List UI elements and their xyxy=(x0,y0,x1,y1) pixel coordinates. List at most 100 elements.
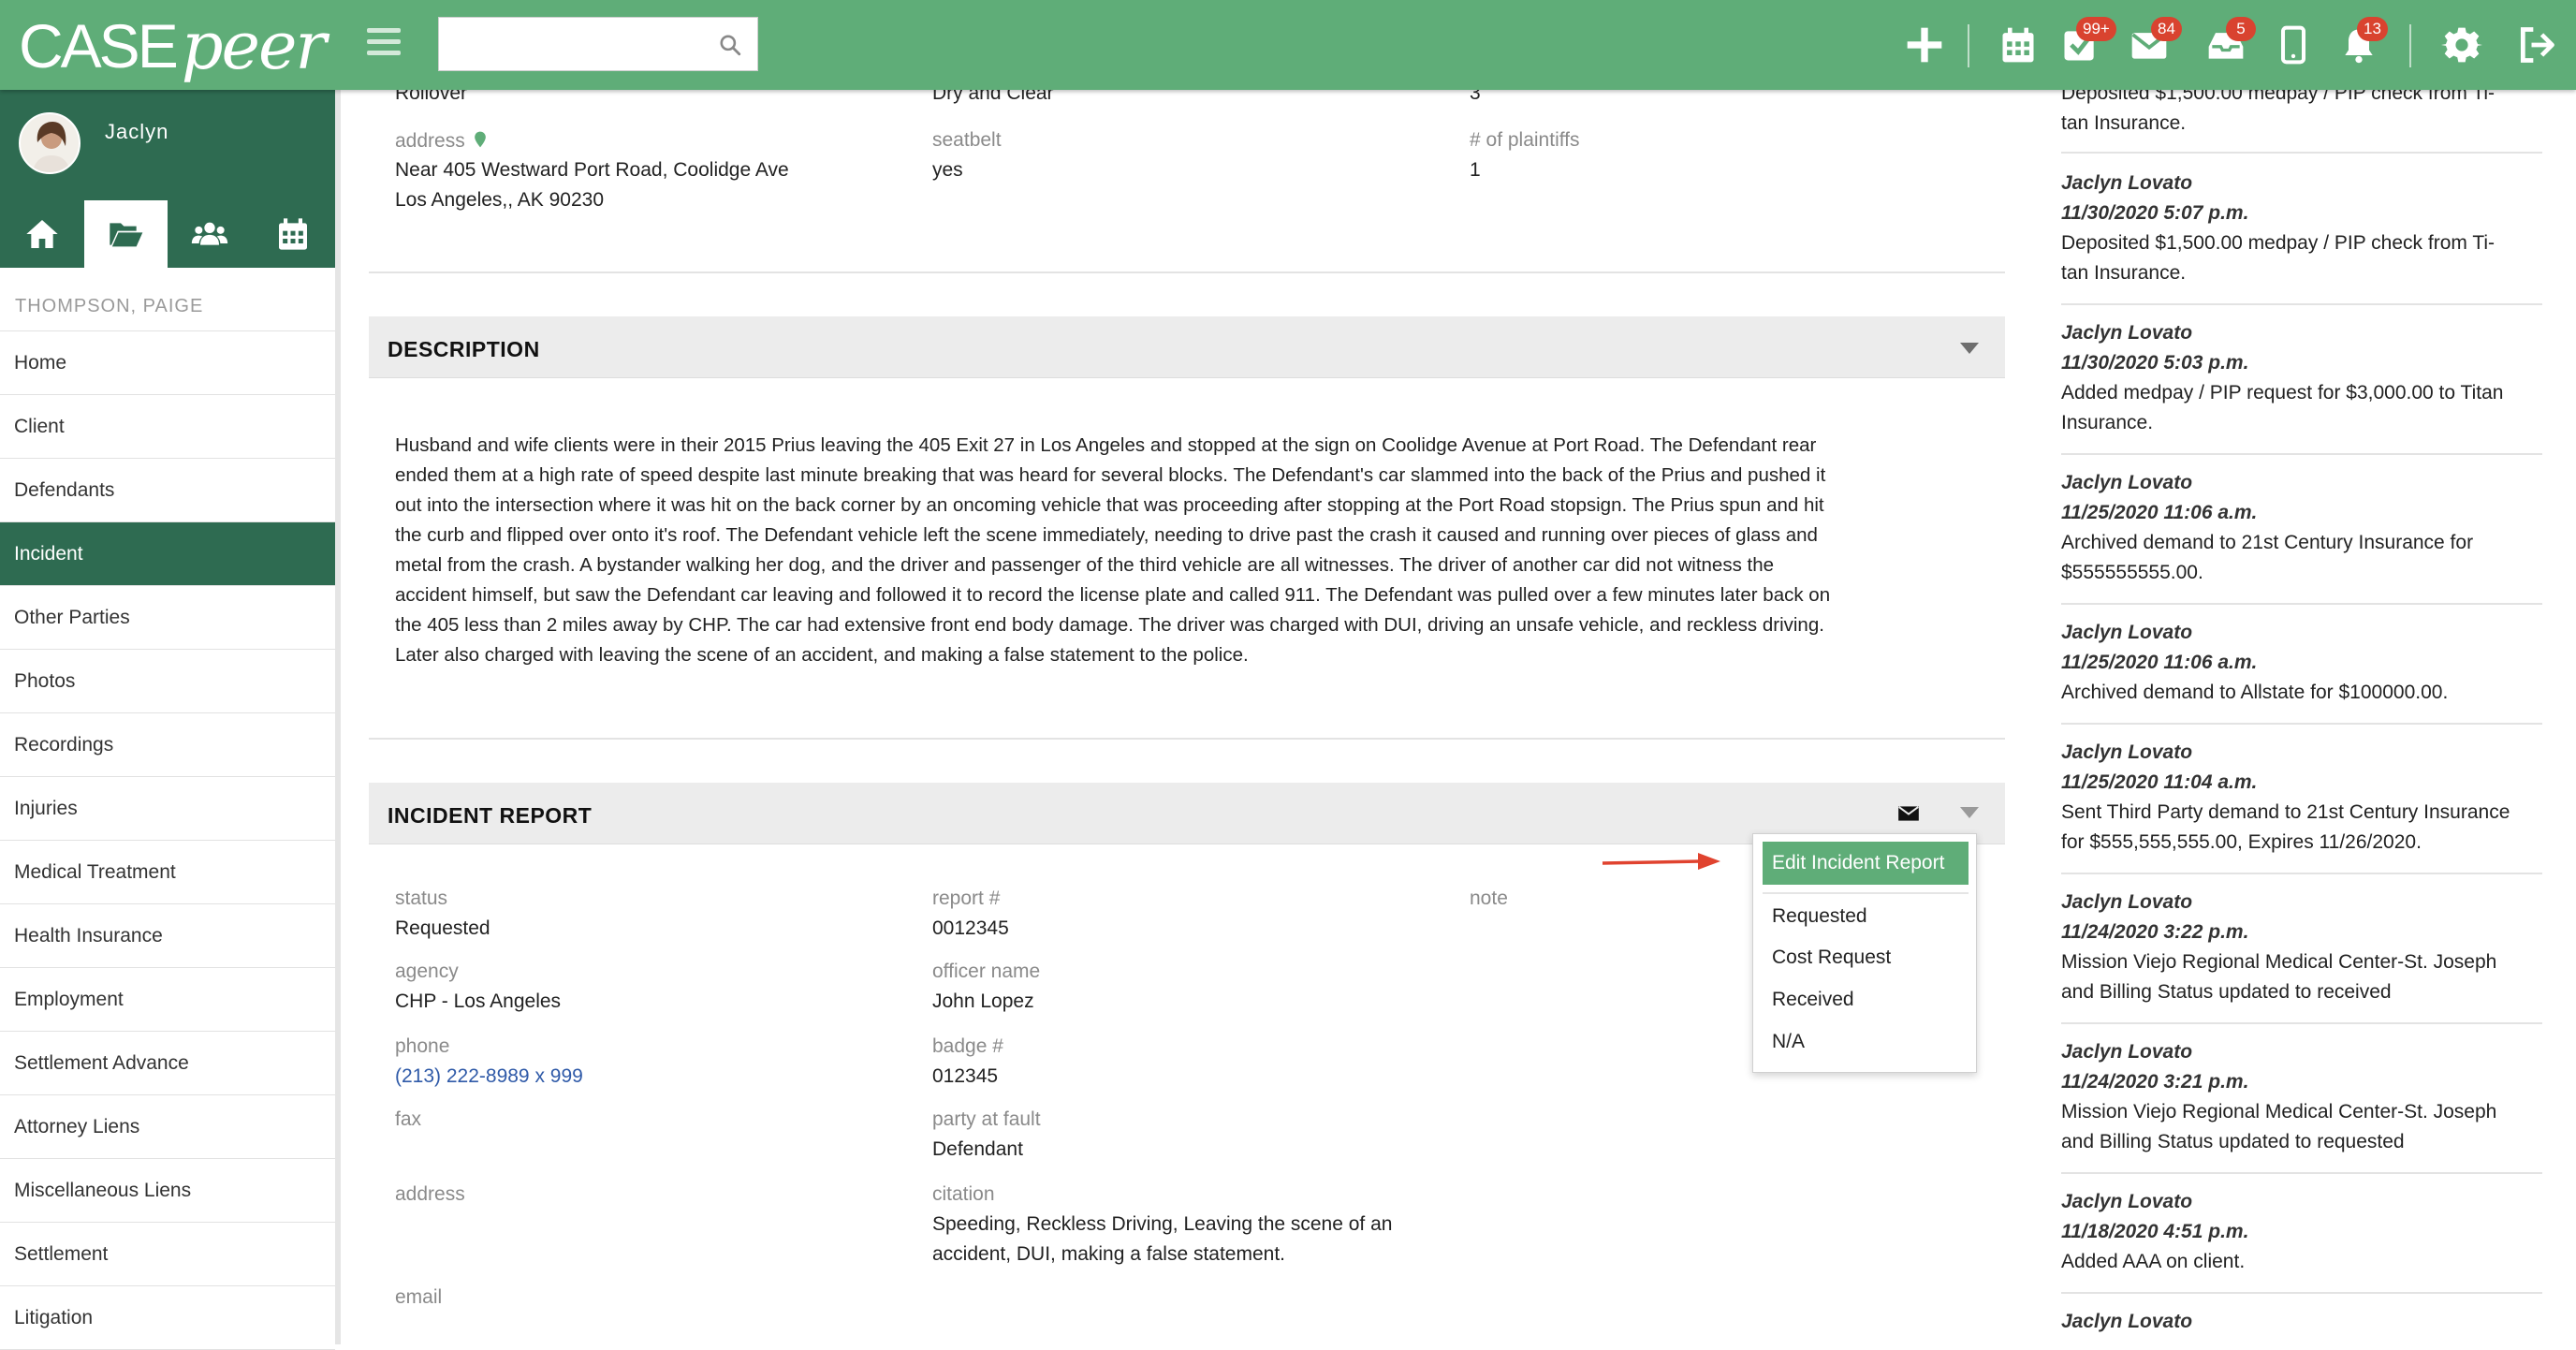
client-name: THOMPSON, PAIGE xyxy=(0,268,335,331)
menu-item-requested[interactable]: Requested xyxy=(1772,905,1867,928)
agency-value: CHP - Los Angeles xyxy=(395,990,562,1012)
menu-item-na[interactable]: N/A xyxy=(1772,1031,1805,1053)
edit-incident-report-button[interactable]: Edit Incident Report xyxy=(1763,842,1969,885)
activity-entry: Jaclyn Lovato 11/30/2020 5:03 p.m. Added… xyxy=(2061,318,2542,455)
sidebar-item-home[interactable]: Home xyxy=(0,331,335,395)
activity-message: tan Insurance. xyxy=(2061,112,2187,134)
mail-badge: 84 xyxy=(2151,17,2182,41)
activity-message: Added AAA on client. xyxy=(2061,1251,2246,1272)
activity-entry: Deposited $1,500.00 medpay / PIP check f… xyxy=(2061,90,2542,154)
tasks-icon[interactable]: 99+ xyxy=(2056,17,2116,69)
description-line: the 405 less than 2 miles away by CHP. T… xyxy=(395,614,1824,636)
people-icon[interactable] xyxy=(168,200,252,268)
officer-name-value: John Lopez xyxy=(932,990,1034,1012)
activity-entry: Jaclyn Lovato 11/25/2020 11:06 a.m. Arch… xyxy=(2061,618,2542,725)
activity-entry: Jaclyn Lovato 11/18/2020 4:51 p.m. Added… xyxy=(2061,1187,2542,1294)
tasks-badge: 99+ xyxy=(2076,17,2116,41)
road-conditions-value: Dry and Clear xyxy=(932,90,1054,104)
activity-message: Sent Third Party demand to 21st Century … xyxy=(2061,801,2510,823)
map-pin-icon[interactable] xyxy=(471,129,490,150)
sidebar-item-injuries[interactable]: Injuries xyxy=(0,777,335,841)
menu-divider xyxy=(1763,892,1969,894)
chevron-down-icon[interactable] xyxy=(1960,343,1979,354)
description-header[interactable]: DESCRIPTION xyxy=(369,316,2005,378)
sidebar-item-settlement-advance[interactable]: Settlement Advance xyxy=(0,1032,335,1095)
activity-message: tan Insurance. xyxy=(2061,262,2187,284)
sidebar-item-employment[interactable]: Employment xyxy=(0,968,335,1032)
calendar-icon[interactable] xyxy=(1994,21,2042,69)
chevron-down-icon[interactable] xyxy=(1960,807,1979,818)
sidebar-item-attorney-liens[interactable]: Attorney Liens xyxy=(0,1095,335,1159)
left-sidebar: Jaclyn THOMPSON, PAIGE Home Client Defen… xyxy=(0,90,341,1350)
username[interactable]: Jaclyn xyxy=(105,120,168,144)
activity-entry: Jaclyn Lovato 11/25/2020 11:06 a.m. Arch… xyxy=(2061,468,2542,605)
activity-author: Jaclyn Lovato xyxy=(2061,622,2193,643)
search-icon[interactable] xyxy=(718,33,742,57)
logout-icon[interactable] xyxy=(2512,21,2561,69)
activity-author: Jaclyn Lovato xyxy=(2061,1041,2193,1063)
notifications-badge: 13 xyxy=(2357,17,2388,41)
casepeer-logo[interactable]: CASE peer xyxy=(19,6,327,86)
sidebar-item-recordings[interactable]: Recordings xyxy=(0,713,335,777)
phone-link[interactable]: (213) 222-8989 x 999 xyxy=(395,1062,583,1092)
envelope-icon[interactable] xyxy=(1896,801,1921,826)
report-number-label: report # xyxy=(932,888,1001,909)
sidebar-item-health-insurance[interactable]: Health Insurance xyxy=(0,904,335,968)
sidebar-item-incident[interactable]: Incident xyxy=(0,522,335,586)
vehicles-value: 3 xyxy=(1470,90,1481,104)
description-line: out into the intersection where it was h… xyxy=(395,494,1824,516)
menu-item-cost-request[interactable]: Cost Request xyxy=(1772,946,1891,969)
inbox-icon[interactable]: 5 xyxy=(2202,17,2256,69)
search-input[interactable] xyxy=(439,18,757,70)
sidebar-item-litigation[interactable]: Litigation xyxy=(0,1286,335,1350)
toolbar-divider xyxy=(1968,24,1969,67)
activity-timestamp: 11/18/2020 4:51 p.m. xyxy=(2061,1221,2249,1242)
activity-message: for $555,555,555.00, Expires 11/26/2020. xyxy=(2061,831,2422,853)
badge-number-label: badge # xyxy=(932,1035,1003,1057)
bell-icon[interactable]: 13 xyxy=(2334,17,2388,69)
activity-timestamp: 11/30/2020 5:03 p.m. xyxy=(2061,352,2249,374)
activity-message: Archived demand to Allstate for $100000.… xyxy=(2061,682,2449,703)
fax-label: fax xyxy=(395,1108,422,1130)
sidebar-item-settlement[interactable]: Settlement xyxy=(0,1223,335,1286)
inbox-badge: 5 xyxy=(2226,17,2256,41)
mobile-phone-icon[interactable] xyxy=(2269,21,2318,69)
sidebar-item-other-parties[interactable]: Other Parties xyxy=(0,586,335,650)
calendar-icon[interactable] xyxy=(252,200,336,268)
address-line-2: Los Angeles,, AK 90230 xyxy=(395,189,605,211)
crash-type-value: Rollover xyxy=(395,90,468,104)
description-line: ended them at a high rate of speed despi… xyxy=(395,464,1826,486)
sidebar-item-miscellaneous-liens[interactable]: Miscellaneous Liens xyxy=(0,1159,335,1223)
activity-entry: Jaclyn Lovato 11/24/2020 3:22 p.m. Missi… xyxy=(2061,888,2542,1024)
logo-peer: peer xyxy=(181,7,327,84)
search-box xyxy=(438,17,758,71)
divider xyxy=(369,271,2005,273)
sidebar-item-medical-treatment[interactable]: Medical Treatment xyxy=(0,841,335,904)
logo-case: CASE xyxy=(19,11,179,81)
plaintiffs-value: 1 xyxy=(1470,159,1481,181)
gear-icon[interactable] xyxy=(2437,21,2486,69)
description-line: accident himself, but saw the Defendant … xyxy=(395,584,1831,606)
seatbelt-label: seatbelt xyxy=(932,129,1002,151)
toolbar-divider xyxy=(2409,24,2411,67)
menu-item-received[interactable]: Received xyxy=(1772,989,1854,1011)
party-at-fault-value: Defendant xyxy=(932,1138,1023,1160)
sidebar-item-defendants[interactable]: Defendants xyxy=(0,459,335,522)
plus-icon[interactable] xyxy=(1900,21,1949,69)
top-bar: CASE peer 99+ 84 5 13 xyxy=(0,0,2576,90)
home-icon[interactable] xyxy=(0,200,84,268)
sidebar-item-client[interactable]: Client xyxy=(0,395,335,459)
activity-entry: Jaclyn Lovato 11/30/2020 5:07 p.m. Depos… xyxy=(2061,169,2542,305)
description-line: Later also charged with leaving the scen… xyxy=(395,644,1249,666)
activity-timestamp: 11/25/2020 11:06 a.m. xyxy=(2061,652,2258,673)
sidebar-item-photos[interactable]: Photos xyxy=(0,650,335,713)
badge-number-value: 012345 xyxy=(932,1065,999,1087)
activity-author: Jaclyn Lovato xyxy=(2061,1311,2193,1332)
avatar[interactable] xyxy=(19,112,80,174)
activity-timestamp: 11/30/2020 5:07 p.m. xyxy=(2061,202,2249,224)
case-menu: Home Client Defendants Incident Other Pa… xyxy=(0,331,335,1350)
activity-author: Jaclyn Lovato xyxy=(2061,172,2193,194)
folder-open-icon[interactable] xyxy=(83,200,168,268)
mail-icon[interactable]: 84 xyxy=(2125,17,2182,69)
hamburger-menu-icon[interactable] xyxy=(367,28,401,58)
